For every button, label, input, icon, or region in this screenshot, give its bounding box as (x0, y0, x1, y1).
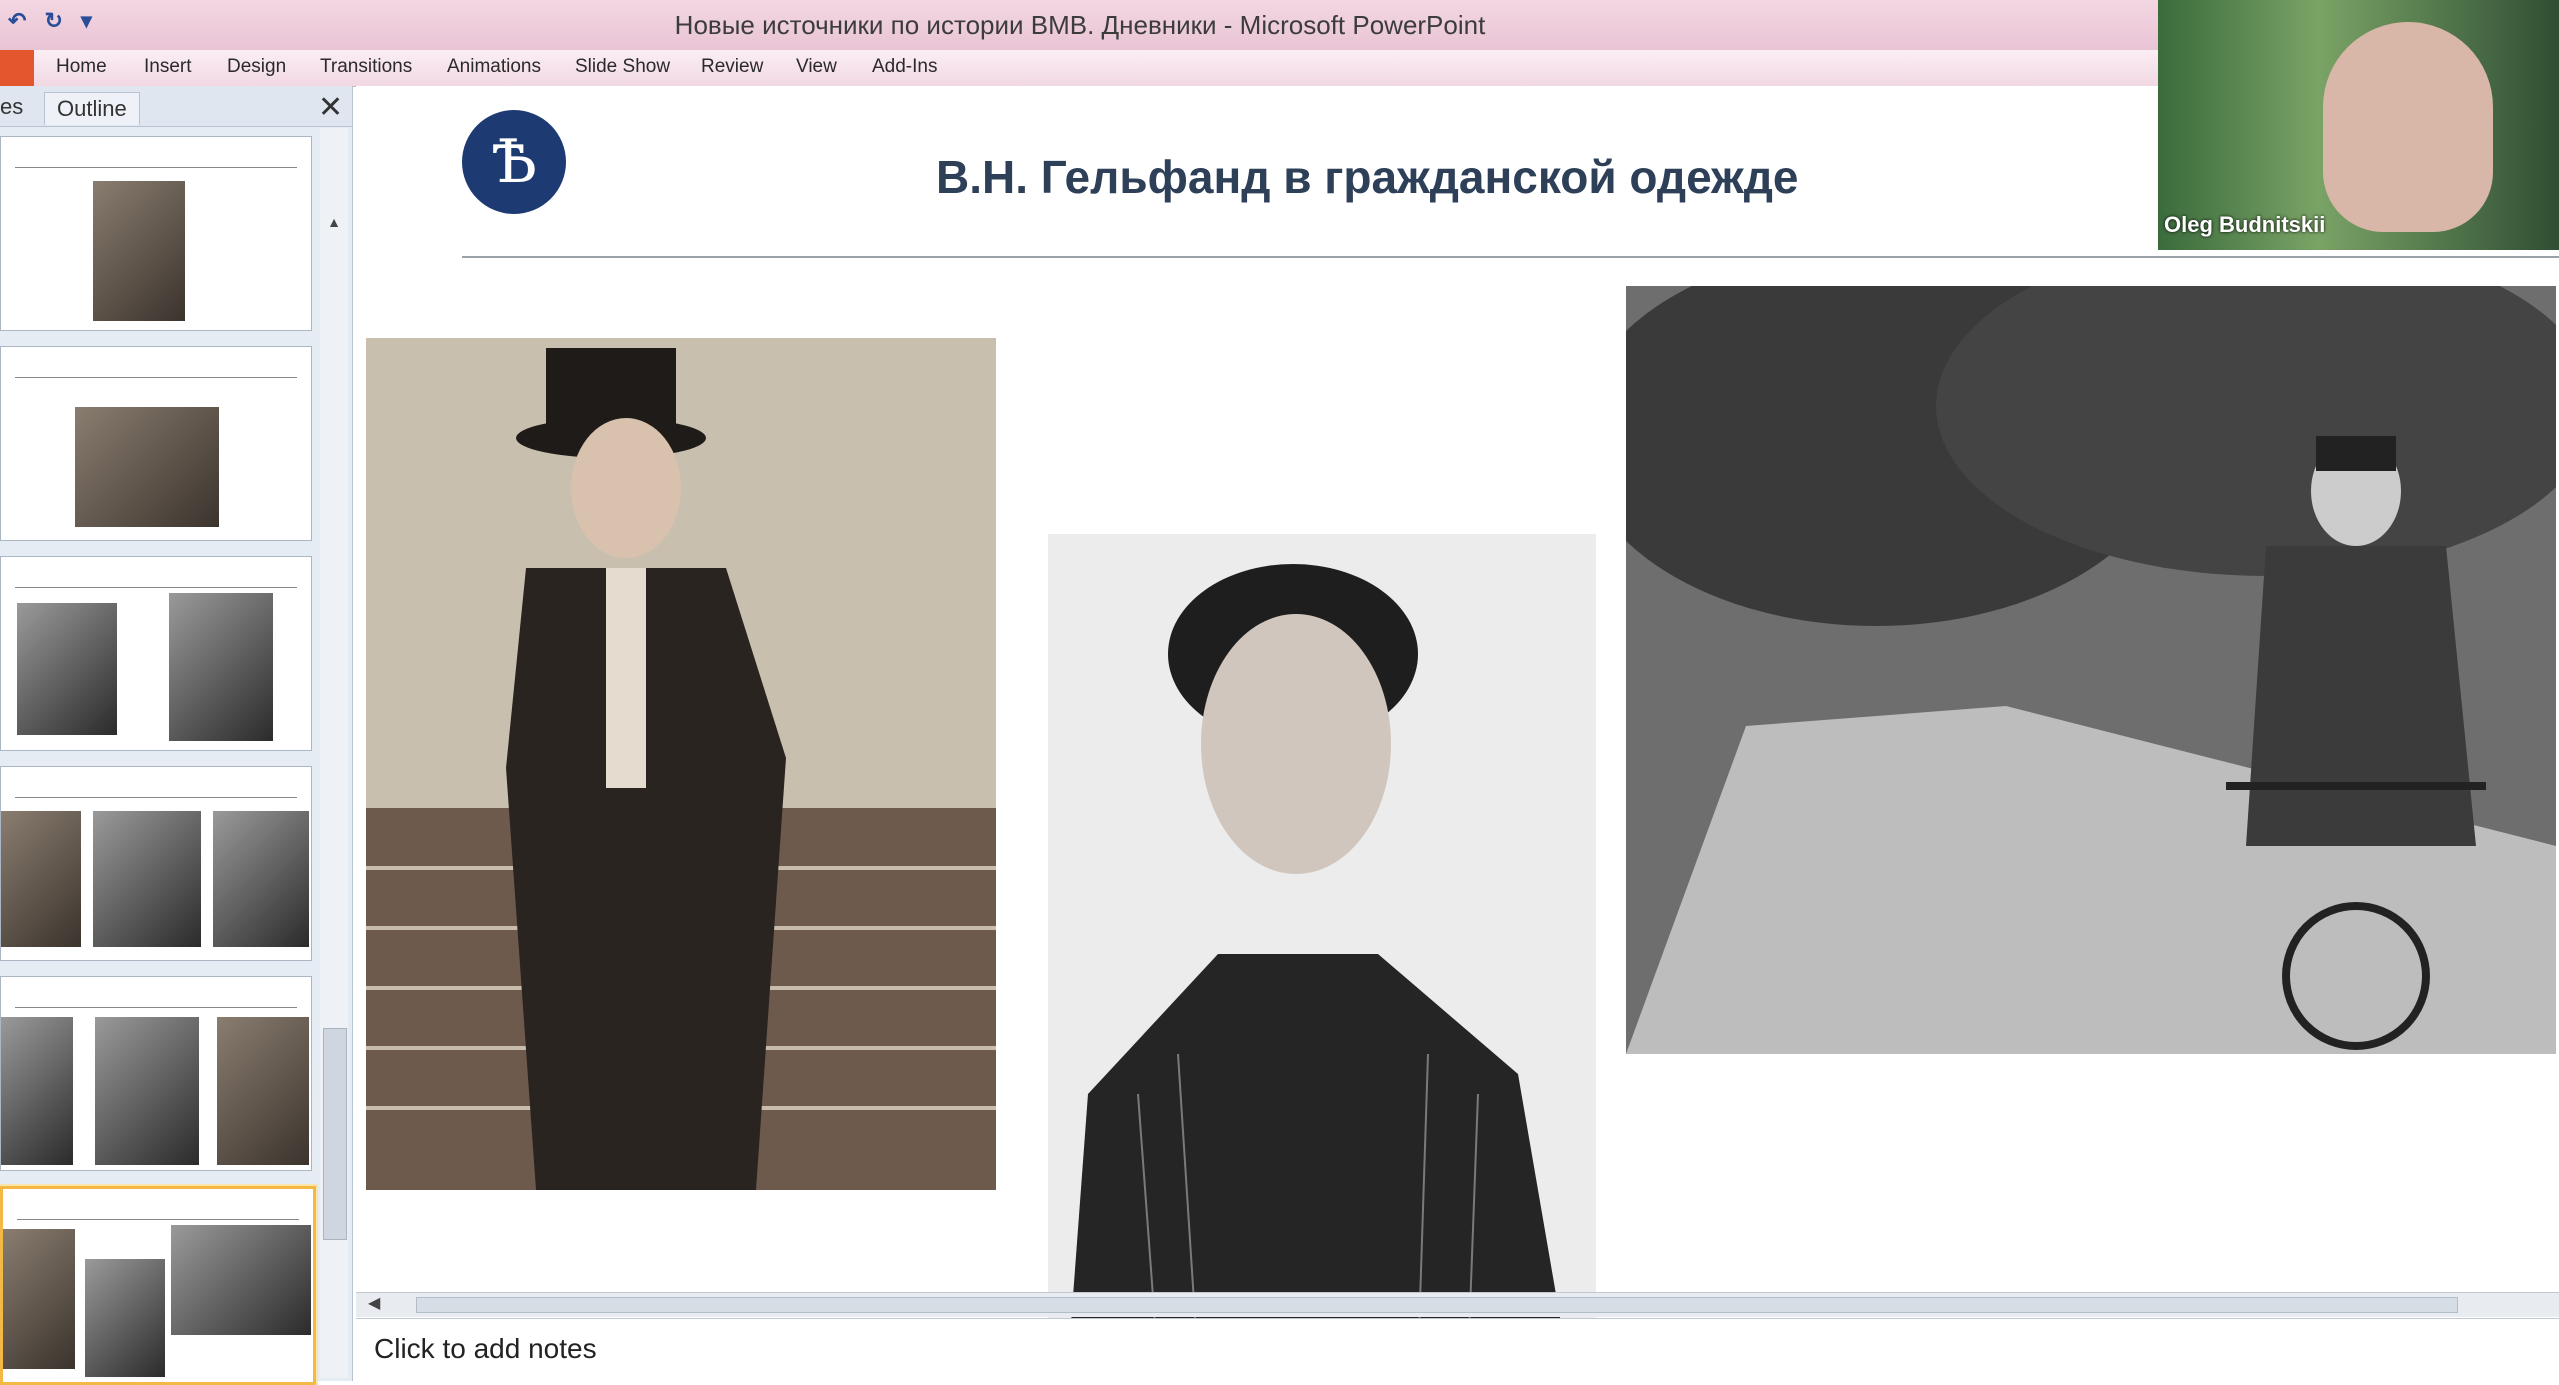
tab-add-ins[interactable]: Add-Ins (872, 56, 937, 78)
thumbnail-photo (217, 1017, 309, 1165)
thumbnail-photo (3, 1229, 75, 1369)
participant-video-face (2323, 22, 2493, 232)
thumbnail-photo (75, 407, 219, 527)
tab-home[interactable]: Home (56, 56, 107, 78)
thumbnail-photo (93, 811, 201, 947)
thumbnail-photo (85, 1259, 165, 1377)
scroll-thumb[interactable] (416, 1297, 2458, 1313)
photo-bicycle-art (1626, 286, 2556, 1054)
file-tab[interactable] (0, 50, 34, 86)
photo-portrait-man[interactable] (1048, 534, 1596, 1364)
tab-animations[interactable]: Animations (447, 56, 541, 78)
thumbnail-rule (15, 797, 297, 798)
tab-view[interactable]: View (796, 56, 837, 78)
thumbnail-rule (17, 1219, 299, 1220)
slide-thumbnail[interactable] (0, 136, 312, 331)
thumbnail-photo (17, 603, 117, 735)
tab-insert[interactable]: Insert (144, 56, 192, 78)
participant-name: Oleg Budnitskii (2164, 212, 2326, 237)
window-title: Новые источники по истории ВМВ. Дневники… (674, 10, 1486, 40)
scroll-thumb[interactable] (323, 1028, 347, 1240)
tab-transitions[interactable]: Transitions (320, 56, 412, 78)
photo-portrait-art (1048, 534, 1596, 1364)
thumbnail-photo (213, 811, 309, 947)
slides-panel: es Outline ✕ ▲ (0, 86, 353, 1385)
slide-thumbnail[interactable] (0, 346, 312, 541)
slide-title[interactable]: В.Н. Гельфанд в гражданской одежде (936, 150, 1799, 204)
scroll-up-icon[interactable]: ▲ (320, 214, 348, 234)
tab-slides[interactable]: es (0, 94, 23, 120)
thumbnail-photo (169, 593, 273, 741)
notes-pane[interactable]: Click to add notes (356, 1318, 2559, 1382)
tab-slide-show[interactable]: Slide Show (575, 56, 670, 78)
thumbnail-photo (171, 1225, 311, 1335)
webcam-video: Oleg Budnitskii (2158, 0, 2559, 250)
thumbnail-rule (15, 167, 297, 168)
slide-horizontal-scrollbar[interactable]: ◀ (356, 1292, 2559, 1317)
tab-outline[interactable]: Outline (44, 92, 140, 125)
thumbnail-photo (95, 1017, 199, 1165)
thumbnails-scrollbar[interactable]: ▲ (320, 128, 348, 1378)
thumbnail-rule (15, 377, 297, 378)
thumbnail-photo (1, 811, 81, 947)
slide-thumbnail-selected[interactable] (0, 1186, 316, 1385)
photo-man-on-bicycle[interactable] (1626, 286, 2556, 1054)
thumbnail-photo (93, 181, 185, 321)
thumbnail-rule (15, 587, 297, 588)
thumbnail-photo (1, 1017, 73, 1165)
slide-thumbnail[interactable] (0, 976, 312, 1171)
slide-thumbnail[interactable] (0, 766, 312, 961)
photo-top-hat-art (366, 338, 996, 1190)
tab-review[interactable]: Review (701, 56, 763, 78)
hse-logo: Ѣ (462, 110, 566, 214)
photo-top-hat-man[interactable] (366, 338, 996, 1190)
scroll-left-icon[interactable]: ◀ (368, 1293, 380, 1313)
notes-placeholder[interactable]: Click to add notes (374, 1333, 597, 1365)
slide-thumbnail[interactable] (0, 556, 312, 751)
title-divider (462, 256, 2559, 258)
thumbnail-rule (15, 1007, 297, 1008)
panel-tabs: es Outline ✕ (0, 86, 352, 127)
close-icon[interactable]: ✕ (318, 90, 343, 125)
slide-canvas[interactable]: Ѣ В.Н. Гельфанд в гражданской одежде (356, 86, 2559, 1364)
tab-design[interactable]: Design (227, 56, 286, 78)
